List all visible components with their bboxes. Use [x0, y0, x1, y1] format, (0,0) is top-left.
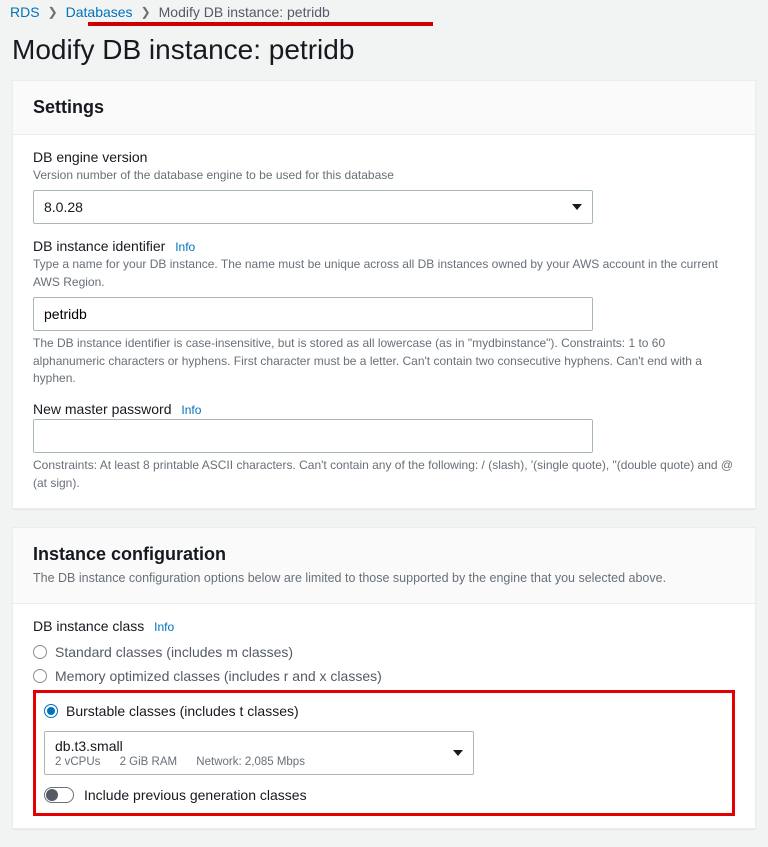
- radio-burstable-label: Burstable classes (includes t classes): [66, 703, 299, 719]
- radio-icon-checked: [44, 704, 58, 718]
- identifier-desc: Type a name for your DB instance. The na…: [33, 256, 735, 291]
- engine-version-select[interactable]: 8.0.28: [33, 190, 593, 224]
- identifier-input[interactable]: [33, 297, 593, 331]
- radio-icon: [33, 645, 47, 659]
- instance-size-name: db.t3.small: [55, 738, 321, 754]
- master-password-label: New master password Info: [33, 401, 735, 417]
- radio-memory-classes[interactable]: Memory optimized classes (includes r and…: [33, 664, 735, 688]
- instance-config-header: Instance configuration The DB instance c…: [13, 528, 755, 604]
- annotation-highlight-box: Burstable classes (includes t classes) d…: [33, 690, 735, 816]
- engine-version-label: DB engine version: [33, 149, 735, 165]
- toggle-icon: [44, 787, 74, 803]
- identifier-label: DB instance identifier Info: [33, 238, 735, 254]
- toggle-previous-gen[interactable]: Include previous generation classes: [44, 787, 724, 803]
- instance-config-sub: The DB instance configuration options be…: [33, 569, 735, 587]
- master-password-help: Constraints: At least 8 printable ASCII …: [33, 457, 735, 492]
- engine-version-desc: Version number of the database engine to…: [33, 167, 735, 184]
- page-title: Modify DB instance: petridb: [0, 32, 768, 80]
- breadcrumb-databases[interactable]: Databases: [66, 4, 133, 20]
- radio-standard-classes[interactable]: Standard classes (includes m classes): [33, 640, 735, 664]
- annotation-underline: [88, 22, 433, 26]
- instance-class-info-link[interactable]: Info: [154, 620, 174, 634]
- chevron-right-icon: ❯: [48, 5, 58, 19]
- radio-standard-label: Standard classes (includes m classes): [55, 644, 293, 660]
- settings-header: Settings: [13, 81, 755, 135]
- breadcrumb-current: Modify DB instance: petridb: [159, 4, 330, 20]
- radio-icon: [33, 669, 47, 683]
- field-engine-version: DB engine version Version number of the …: [33, 149, 735, 224]
- radio-memory-label: Memory optimized classes (includes r and…: [55, 668, 382, 684]
- breadcrumb: RDS ❯ Databases ❯ Modify DB instance: pe…: [0, 0, 768, 20]
- instance-class-label: DB instance class Info: [33, 618, 735, 634]
- settings-panel: Settings DB engine version Version numbe…: [12, 80, 756, 509]
- engine-version-value: 8.0.28: [44, 199, 83, 215]
- radio-burstable-classes[interactable]: Burstable classes (includes t classes): [44, 699, 724, 723]
- field-instance-class: DB instance class Info: [33, 618, 735, 634]
- instance-size-select[interactable]: db.t3.small 2 vCPUs 2 GiB RAM Network: 2…: [44, 731, 474, 775]
- master-password-input[interactable]: [33, 419, 593, 453]
- instance-size-meta: 2 vCPUs 2 GiB RAM Network: 2,085 Mbps: [55, 756, 321, 768]
- master-password-info-link[interactable]: Info: [181, 403, 201, 417]
- chevron-right-icon: ❯: [141, 5, 151, 19]
- settings-heading: Settings: [33, 97, 735, 118]
- instance-config-panel: Instance configuration The DB instance c…: [12, 527, 756, 829]
- identifier-help: The DB instance identifier is case-insen…: [33, 335, 735, 387]
- field-master-password: New master password Info Constraints: At…: [33, 401, 735, 492]
- breadcrumb-rds[interactable]: RDS: [10, 4, 40, 20]
- caret-down-icon: [453, 750, 463, 756]
- caret-down-icon: [572, 204, 582, 210]
- toggle-previous-gen-label: Include previous generation classes: [84, 787, 307, 803]
- identifier-info-link[interactable]: Info: [175, 240, 195, 254]
- instance-config-heading: Instance configuration: [33, 544, 735, 565]
- field-identifier: DB instance identifier Info Type a name …: [33, 238, 735, 387]
